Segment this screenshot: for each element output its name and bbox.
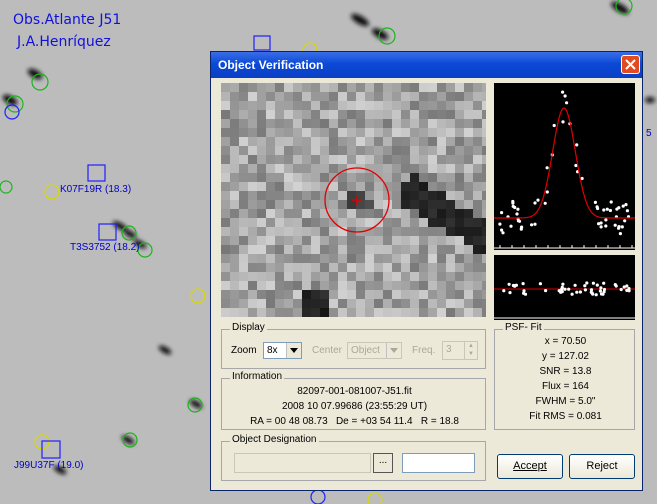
freq-stepper: 3 ▲ ▼	[442, 341, 478, 360]
psf-profile-plot	[494, 83, 635, 250]
center-select: Object	[347, 342, 402, 359]
reject-button[interactable]: Reject	[569, 454, 635, 479]
freq-label: Freq.	[412, 345, 436, 356]
watermark-author: J.A.Henríquez	[17, 34, 111, 50]
object-label-edge: 5	[646, 128, 652, 139]
observation-datetime: 2008 10 07.99686 (23:55:29 UT)	[281, 401, 428, 412]
accept-label: Accept	[513, 460, 547, 472]
psf-fit-rms: Fit RMS = 0.081	[529, 411, 602, 422]
chevron-down-icon	[286, 343, 301, 358]
psf-y: y = 127.02	[542, 351, 589, 362]
psf-residual-plot	[494, 255, 635, 320]
psf-fit-curve	[494, 107, 635, 219]
psf-x: x = 70.50	[544, 336, 587, 347]
zoom-value: 8x	[267, 345, 278, 356]
object-verification-dialog: Object Verification Display Zoom 8x Cent…	[210, 51, 643, 491]
close-button[interactable]	[621, 55, 640, 74]
image-filename: 82097-001-081007-J51.fit	[297, 386, 412, 397]
designation-combo[interactable]	[234, 453, 371, 473]
center-value: Object	[351, 345, 380, 356]
psf-group-label: PSF- Fit	[503, 322, 544, 333]
zoom-select[interactable]: 8x	[263, 342, 302, 359]
information-group: Information 82097-001-081007-J51.fit 200…	[221, 371, 486, 430]
reject-label: Reject	[586, 460, 618, 472]
object-designation-group: Object Designation ...	[221, 434, 486, 481]
dialog-title: Object Verification	[218, 58, 324, 72]
psf-fit-group: PSF- Fit x = 70.50 y = 127.02 SNR = 13.8…	[494, 322, 635, 430]
information-group-label: Information	[230, 371, 285, 382]
watermark-observatory: Obs.Atlante J51	[13, 12, 122, 28]
freq-value: 3	[446, 344, 452, 355]
psf-fwhm: FWHM = 5.0"	[535, 396, 596, 407]
designation-group-label: Object Designation	[230, 434, 319, 445]
object-preview-image[interactable]	[221, 83, 486, 317]
dialog-titlebar[interactable]: Object Verification	[211, 52, 642, 78]
zoom-label: Zoom	[231, 345, 257, 356]
object-label: J99U37F (19.0)	[14, 460, 84, 471]
object-label: T3S3752 (18.2)	[70, 242, 140, 253]
designation-input[interactable]	[402, 453, 475, 473]
browse-button[interactable]: ...	[373, 453, 393, 473]
center-label: Center	[312, 345, 343, 356]
psf-snr: SNR = 13.8	[539, 366, 592, 377]
display-group-label: Display	[230, 322, 267, 333]
object-coordinates: RA = 00 48 08.73 De = +03 54 11.4 R = 18…	[250, 416, 459, 427]
close-icon	[625, 59, 636, 70]
display-group: Display Zoom 8x Center Object Freq. 3 ▲ ▼	[221, 322, 486, 369]
chevron-down-icon	[386, 343, 401, 358]
stepper-arrows-icon: ▲ ▼	[464, 342, 477, 359]
accept-button[interactable]: Accept	[497, 454, 563, 479]
psf-flux: Flux = 164	[542, 381, 589, 392]
object-label: K07F19R (18.3)	[60, 184, 132, 195]
